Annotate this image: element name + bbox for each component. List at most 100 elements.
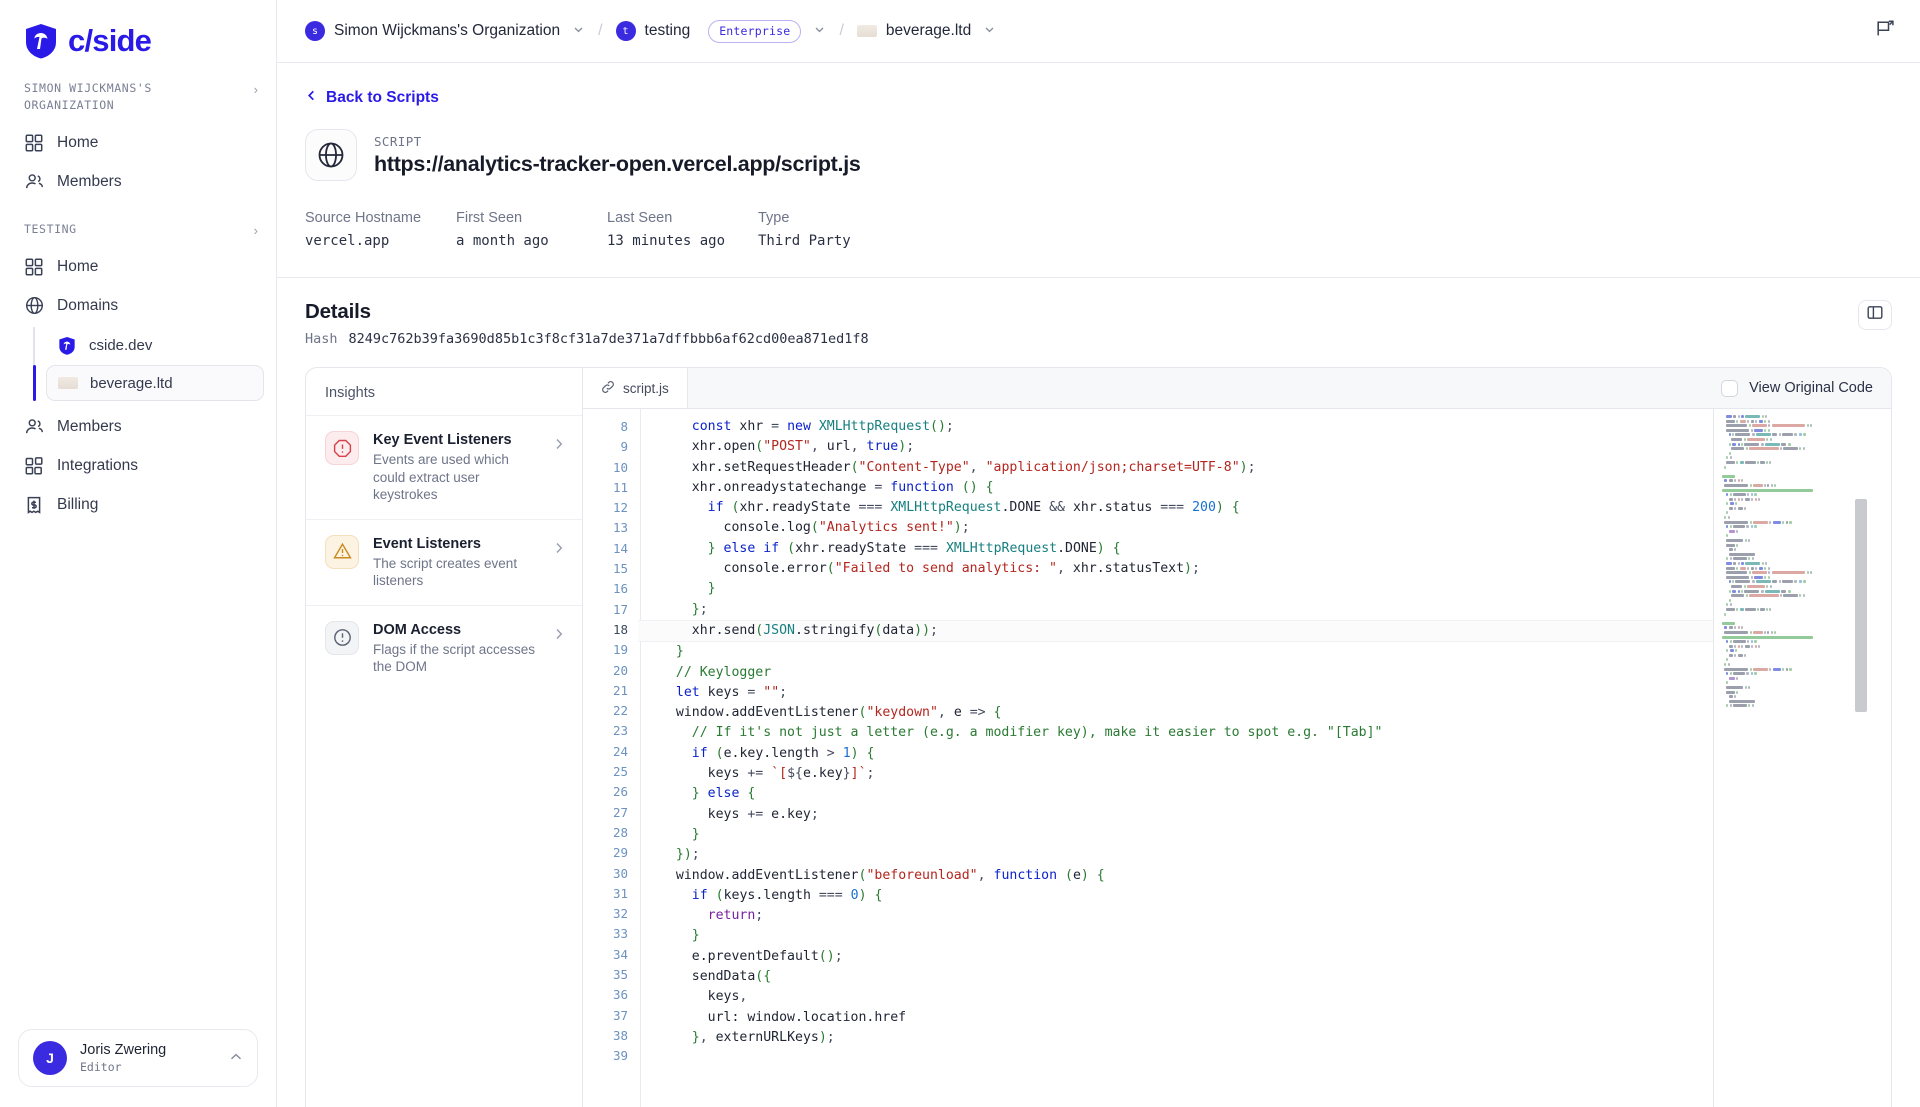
globe-icon (24, 296, 44, 316)
insight-event-listeners[interactable]: Event Listeners The script creates event… (306, 518, 582, 605)
minimap-line (1722, 676, 1865, 680)
minimap-line (1722, 419, 1865, 423)
code-line[interactable]: keys += e.key; (638, 805, 1713, 825)
code-line[interactable]: if (e.key.length > 1) { (638, 744, 1713, 764)
code-line[interactable]: } else { (638, 784, 1713, 804)
code-line[interactable]: xhr.send(JSON.stringify(data)); (638, 619, 1713, 643)
insight-key-event-listeners[interactable]: Key Event Listeners Events are used whic… (306, 415, 582, 519)
code-line[interactable]: const xhr = new XMLHttpRequest(); (638, 417, 1713, 437)
code-token: () (930, 419, 946, 434)
view-original-code-toggle[interactable]: View Original Code (1703, 368, 1891, 408)
code-line[interactable]: sendData({ (638, 967, 1713, 987)
breadcrumb-project[interactable]: t testing Enterprise (615, 19, 827, 43)
line-number: 14 (612, 540, 628, 556)
sidebar-item-project-home[interactable]: Home (12, 247, 264, 286)
code-token: ) (1239, 459, 1248, 475)
code-token: XMLHttpRequest (890, 500, 1002, 516)
minimap-scrollbar[interactable] (1853, 409, 1869, 1107)
code-line[interactable]: e.preventDefault(); (638, 947, 1713, 967)
chevron-right-icon (552, 431, 566, 455)
chevron-right-icon (552, 535, 566, 559)
breadcrumb-domain[interactable]: beverage.ltd (856, 21, 996, 41)
view-original-checkbox[interactable] (1721, 379, 1739, 397)
code-line[interactable]: console.log("Analytics sent!"); (638, 518, 1713, 538)
minimap-line (1722, 612, 1865, 616)
tab-script-js[interactable]: script.js (583, 368, 688, 408)
sidebar-item-project-members[interactable]: Members (12, 407, 264, 446)
code-token: xhr.readyState (739, 500, 859, 516)
line-number: 11 (612, 479, 628, 495)
scrollbar-thumb[interactable] (1855, 499, 1867, 712)
user-profile-button[interactable]: J Joris Zwering Editor (18, 1029, 258, 1087)
line-number: 30 (612, 865, 628, 881)
code-token: ; (930, 622, 938, 638)
code-token: , (699, 1029, 716, 1045)
code-token: , (969, 459, 986, 475)
sidebar-item-org-members[interactable]: Members (12, 162, 264, 201)
editor-right-gap (1869, 409, 1891, 1107)
code-token: ( (1064, 867, 1073, 883)
sidebar-item-domain-cside-dev[interactable]: cside.dev (46, 327, 264, 363)
code-line[interactable]: } (638, 825, 1713, 845)
code-content[interactable]: const xhr = new XMLHttpRequest(); xhr.op… (638, 409, 1713, 1107)
code-line[interactable]: // Keylogger (638, 663, 1713, 683)
code-line[interactable]: return; (638, 906, 1713, 926)
code-line[interactable]: // If it's not just a letter (e.g. a mod… (638, 723, 1713, 743)
code-line[interactable]: } (638, 579, 1713, 599)
script-identity: SCRIPT https://analytics-tracker-open.ve… (305, 129, 1892, 181)
script-kicker: SCRIPT (374, 133, 422, 149)
minimap-line (1722, 644, 1865, 648)
panel-layout-toggle-button[interactable] (1858, 300, 1892, 330)
sidebar-item-label: Billing (57, 495, 99, 513)
details-section: Details Hash 8249c762b39fa3690d85b1c3f8c… (277, 278, 1920, 1107)
sidebar-item-billing[interactable]: Billing (12, 485, 264, 524)
chevron-down-icon[interactable] (983, 23, 996, 39)
line-number: 15 (612, 561, 628, 577)
code-token: } (691, 826, 700, 842)
sidebar-item-org-home[interactable]: Home (12, 123, 264, 162)
code-line[interactable]: window.addEventListener("beforeunload", … (638, 866, 1713, 886)
code-token: e.preventDefault (660, 948, 819, 964)
project-section-header[interactable]: TESTING › (0, 221, 276, 238)
sidebar-item-domains[interactable]: Domains (12, 286, 264, 325)
sidebar-item-domain-beverage-ltd[interactable]: beverage.ltd (33, 365, 264, 401)
code-line[interactable]: xhr.onreadystatechange = function () { (638, 478, 1713, 498)
code-viewport[interactable]: 8 9 10 11 12 13 14 15 16 17 18 19 20 21 22 23 24 25 26 27 28… (583, 409, 1891, 1107)
code-line[interactable]: console.error("Failed to send analytics:… (638, 559, 1713, 579)
chevron-down-icon[interactable] (813, 23, 826, 39)
code-line[interactable]: keys, (638, 987, 1713, 1007)
code-line[interactable]: url: window.location.href (638, 1008, 1713, 1028)
insight-dom-access[interactable]: DOM Access Flags if the script accesses … (306, 604, 582, 691)
code-line[interactable]: xhr.open("POST", url, true); (638, 437, 1713, 457)
code-line[interactable]: } (638, 926, 1713, 946)
line-number: 18 (612, 621, 628, 637)
code-line[interactable]: }, externURLKeys); (638, 1028, 1713, 1048)
chevron-down-icon[interactable] (572, 23, 585, 39)
code-line[interactable]: } else if (xhr.readyState === XMLHttpReq… (638, 539, 1713, 559)
code-line[interactable]: if (xhr.readyState === XMLHttpRequest.DO… (638, 498, 1713, 518)
code-line[interactable]: let keys = ""; (638, 683, 1713, 703)
code-line[interactable]: xhr.setRequestHeader("Content-Type", "ap… (638, 458, 1713, 478)
feedback-flag-icon[interactable] (1875, 18, 1896, 44)
code-token: ; (866, 766, 875, 782)
code-line[interactable]: }; (638, 600, 1713, 620)
line-number: 38 (612, 1027, 628, 1043)
sidebar-item-integrations[interactable]: Integrations (12, 446, 264, 485)
code-scroll-region[interactable]: 8 9 10 11 12 13 14 15 16 17 18 19 20 21 22 23 24 25 26 27 28… (583, 409, 1713, 1107)
code-line[interactable]: } (638, 642, 1713, 662)
code-line[interactable]: keys += `[${e.key}]`; (638, 764, 1713, 784)
code-line[interactable]: }); (638, 845, 1713, 865)
code-line[interactable]: window.addEventListener("keydown", e => … (638, 703, 1713, 723)
back-to-scripts-link[interactable]: Back to Scripts (305, 89, 439, 107)
code-token: xhr.statusText (1072, 561, 1185, 577)
line-number-gutter: 8 9 10 11 12 13 14 15 16 17 18 19 20 21 22 23 24 25 26 27 28… (583, 409, 638, 1107)
code-minimap[interactable] (1714, 409, 1869, 1107)
brand-logo[interactable]: c/side (0, 0, 276, 60)
org-section-header[interactable]: SIMON WIJCKMANS'S ORGANIZATION › (0, 80, 276, 114)
breadcrumb-organization[interactable]: s Simon Wijckmans's Organization (305, 21, 585, 41)
code-line[interactable]: if (keys.length === 0) { (638, 886, 1713, 906)
code-token: && (1049, 500, 1065, 516)
